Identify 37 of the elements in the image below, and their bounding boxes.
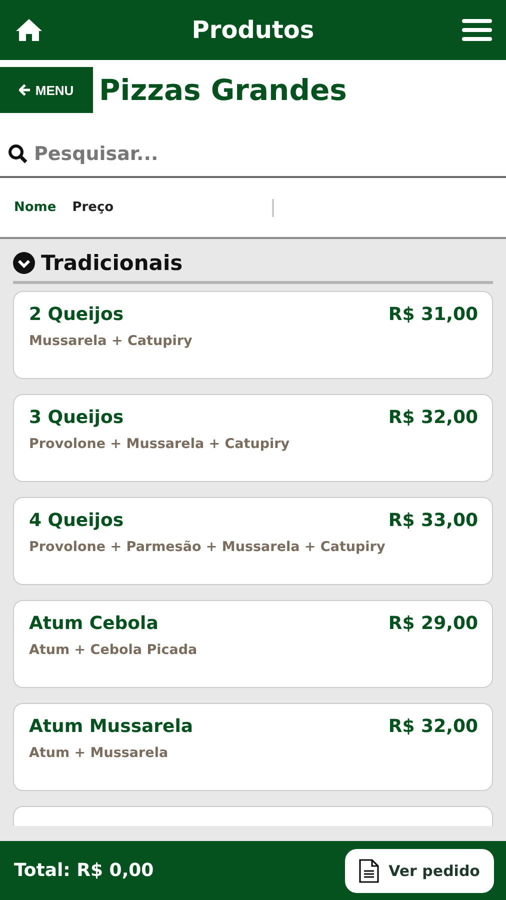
sort-option[interactable]: Nome [14,200,56,215]
product-card[interactable]: Atum Cebola Atum + Cebola Picada R$ 29,00 [13,600,493,688]
menu-icon [462,18,492,42]
header-title: Produtos [192,16,314,44]
product-description: Mussarela + Catupiry [29,333,192,349]
product-price: R$ 31,00 [388,304,478,327]
product-card[interactable]: Atum Mussarela Atum + Mussarela R$ 32,00 [13,703,493,791]
product-name: Atum Cebola [29,613,160,634]
product-price: R$ 32,00 [388,407,478,430]
menu-button[interactable] [462,18,492,42]
document-icon [358,858,379,882]
product-name: Atum Mussarela [29,716,194,737]
product-name: 4 Queijos [29,510,125,531]
product-description: Provolone + Mussarela + Catupiry [29,436,290,452]
product-card[interactable]: 3 Queijos Provolone + Mussarela + Catupiry R$ 32,00 [13,394,493,482]
back-button[interactable]: MENU [0,67,93,113]
sort-option[interactable]: Preço [72,200,114,215]
chevron-icon [13,252,35,274]
product-card[interactable]: 2 Queijos Mussarela + Catupiry R$ 31,00 [13,291,493,379]
home-button[interactable] [14,17,44,43]
search-icon [8,144,28,164]
product-card[interactable]: 4 Queijos Provolone + Parmesão + Mussarela + Catupiry R$ 33,00 [13,497,493,585]
section-header[interactable]: Tradicionais [13,247,493,284]
view-order-button[interactable]: Ver pedido [344,848,494,892]
product-price: R$ 33,00 [388,510,478,533]
page-title: Pizzas Grandes [99,73,347,107]
search-bar[interactable]: Pesquisar... [0,132,506,178]
product-description: Atum + Cebola Picada [29,642,198,658]
product-description: Provolone + Parmesão + Mussarela + Catupiry [29,539,386,555]
home-icon [14,17,44,43]
product-name: 2 Queijos [29,304,125,325]
product-name: 3 Queijos [29,407,125,428]
product-price: R$ 32,00 [388,716,478,739]
product-description: Atum + Mussarela [29,745,170,761]
order-total: Total: R$ 0,00 [14,860,154,881]
arrow-left-icon [19,84,32,96]
product-price: R$ 29,00 [388,613,478,636]
